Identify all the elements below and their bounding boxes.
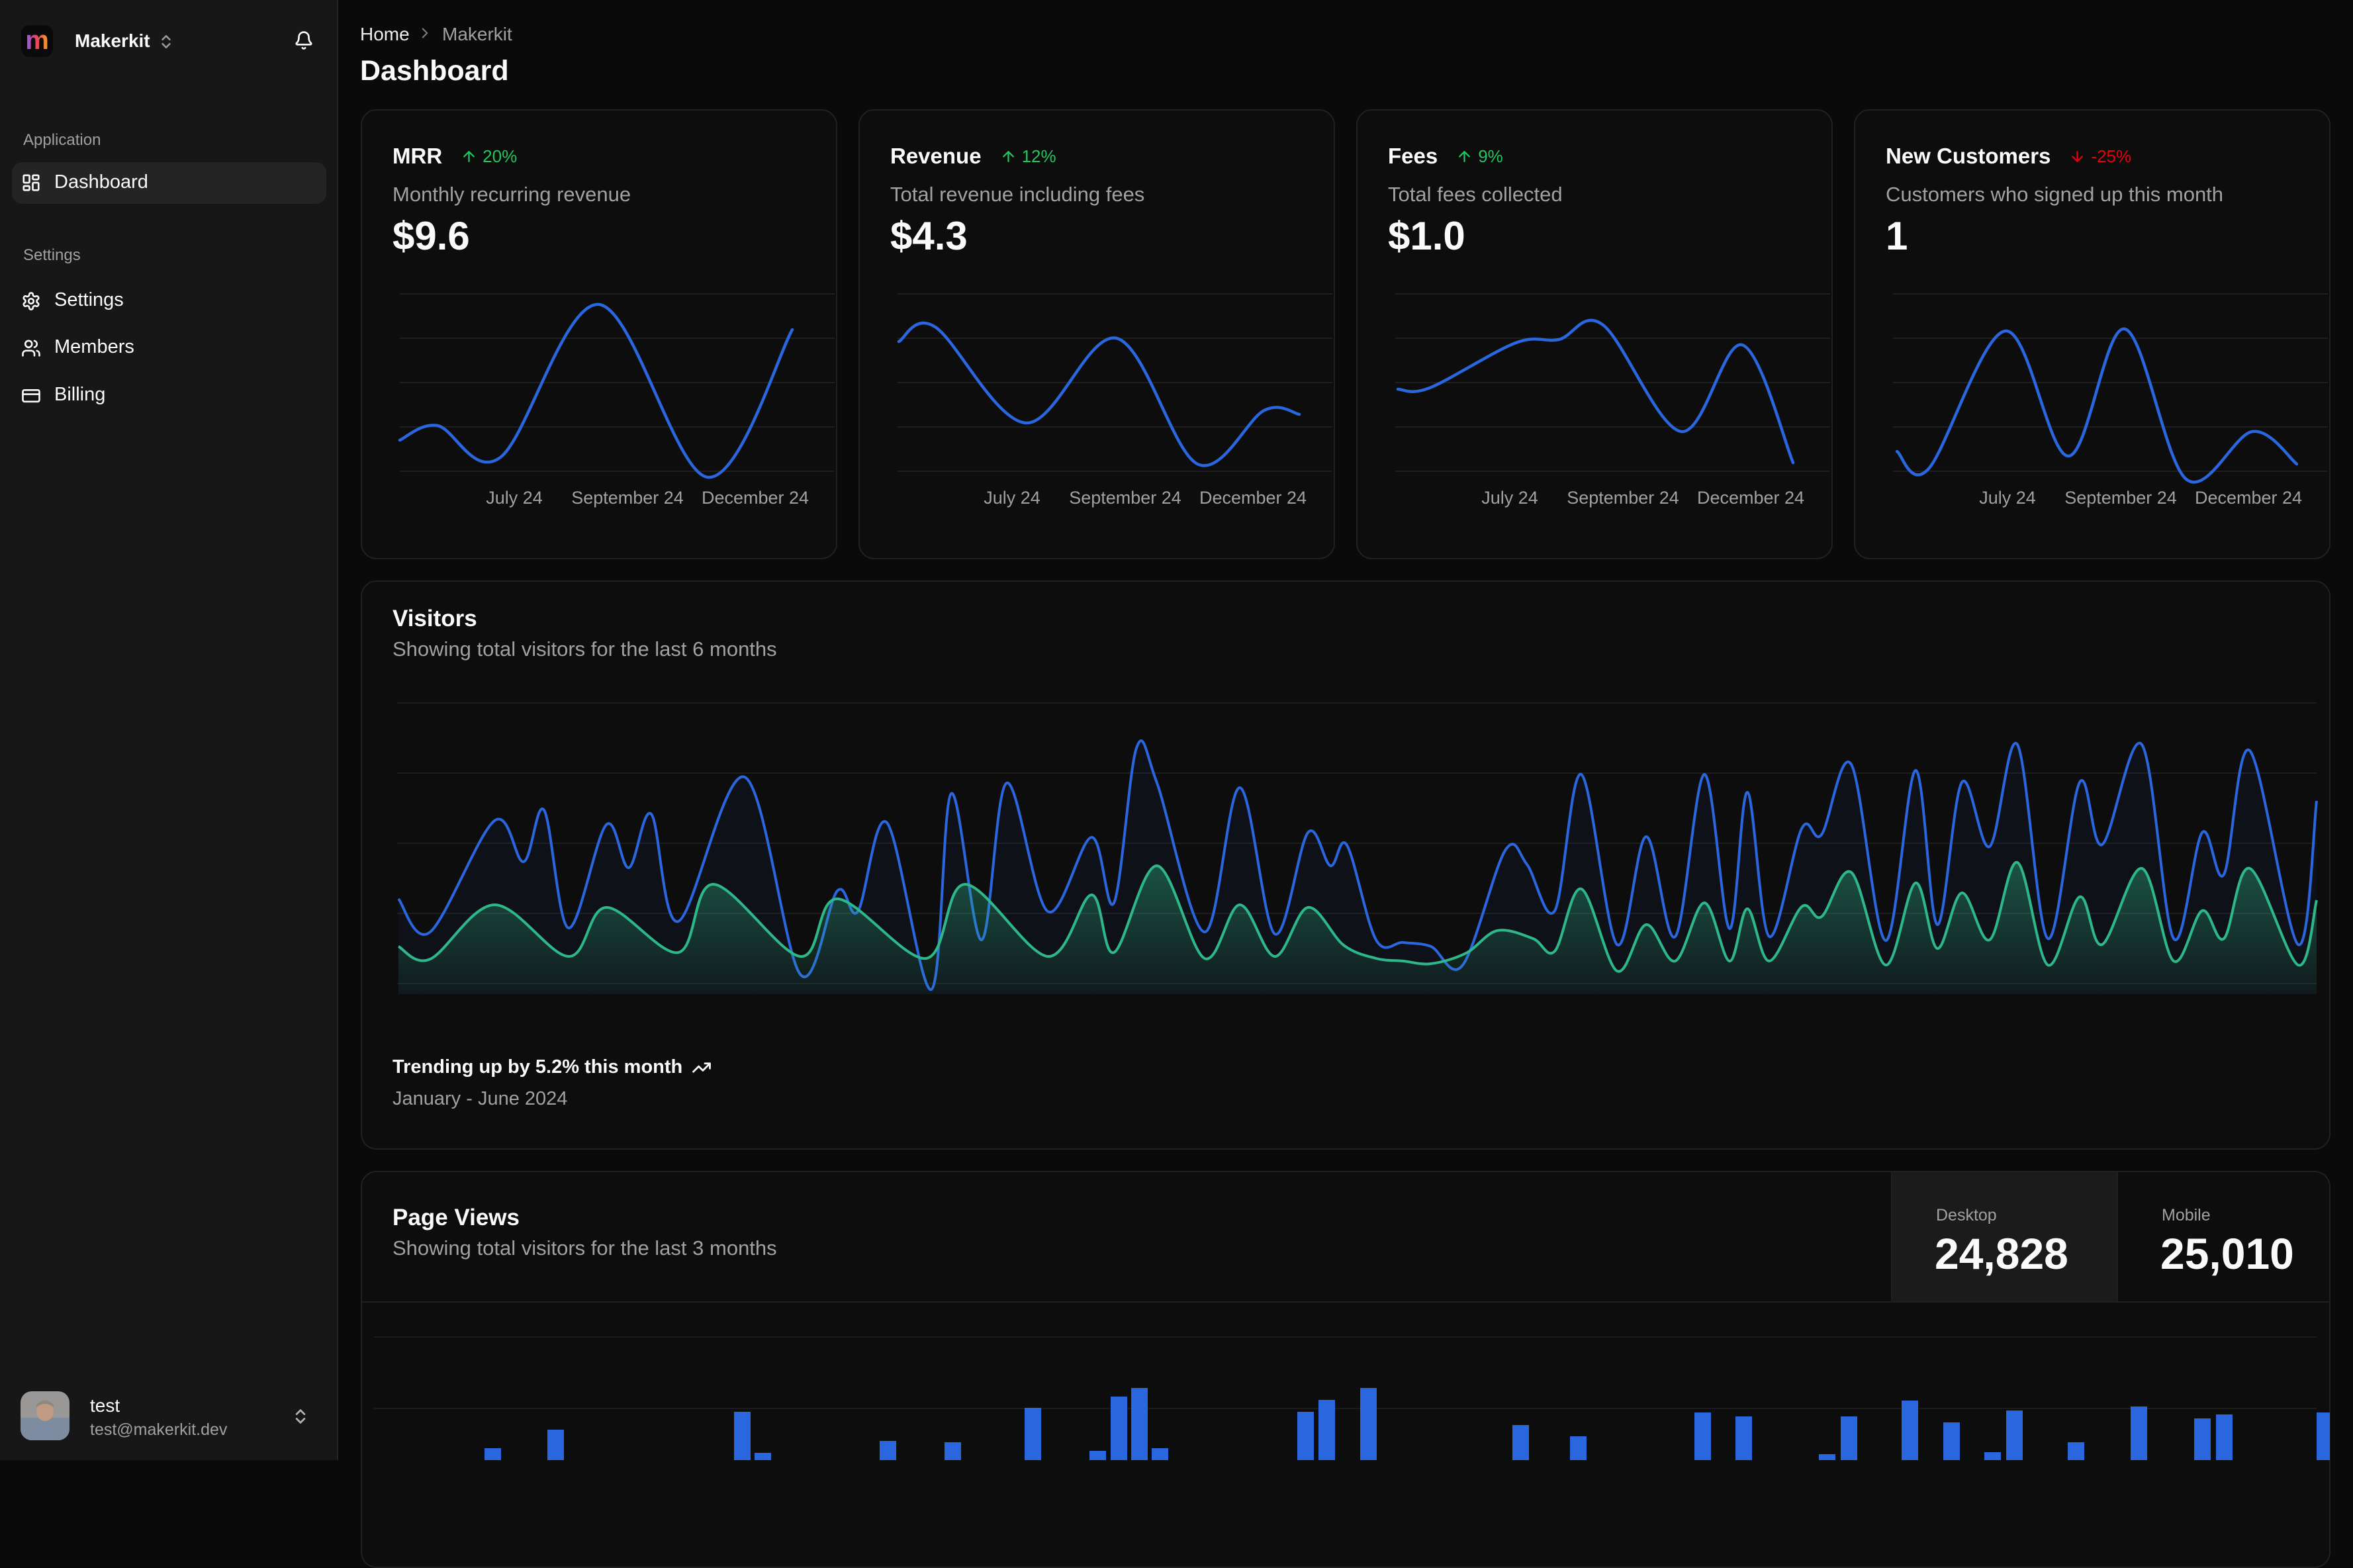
svg-text:m: m bbox=[25, 26, 49, 55]
